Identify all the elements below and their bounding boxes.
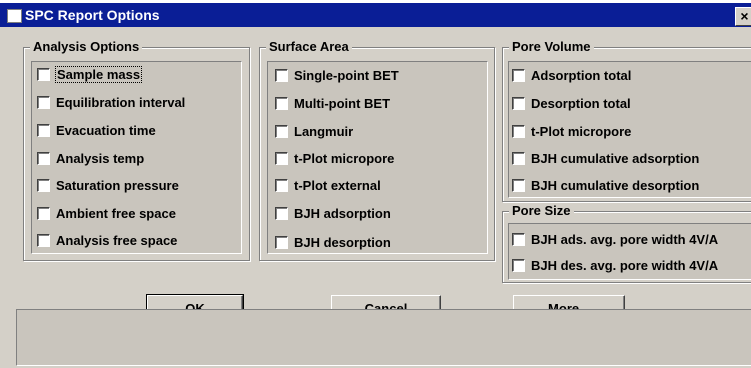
checkbox-label: BJH desorption <box>294 235 391 250</box>
pore-volume-title: Pore Volume <box>509 39 594 55</box>
checkbox-bjh-desorption[interactable]: BJH desorption <box>275 235 391 250</box>
checkbox-t-plot-external[interactable]: t-Plot external <box>275 178 381 193</box>
checkbox-desorption-total[interactable]: Desorption total <box>512 96 631 111</box>
checkbox-ambient-free-space[interactable]: Ambient free space <box>37 206 176 221</box>
checkbox-box[interactable] <box>37 124 50 137</box>
checkbox-box[interactable] <box>275 179 288 192</box>
checkbox-label: Langmuir <box>294 124 354 139</box>
checkbox-box[interactable] <box>275 125 288 138</box>
checkbox-box[interactable] <box>37 179 50 192</box>
checkbox-box[interactable] <box>275 97 288 110</box>
checkbox-label: BJH cumulative adsorption <box>531 151 700 166</box>
checkbox-box[interactable] <box>37 207 50 220</box>
surface-area-title: Surface Area <box>266 39 352 55</box>
checkbox-analysis-temp[interactable]: Analysis temp <box>37 151 144 166</box>
checkbox-box[interactable] <box>37 96 50 109</box>
checkbox-equilibration-interval[interactable]: Equilibration interval <box>37 95 185 110</box>
checkbox-box[interactable] <box>512 97 525 110</box>
checkbox-label: Adsorption total <box>531 68 632 83</box>
checkbox-multi-point-bet[interactable]: Multi-point BET <box>275 96 390 111</box>
title-bar: SPC Report Options × <box>0 0 751 29</box>
checkbox-bjh-cumulative-desorption[interactable]: BJH cumulative desorption <box>512 178 699 193</box>
checkbox-label: t-Plot micropore <box>531 124 632 139</box>
checkbox-box[interactable] <box>37 234 50 247</box>
checkbox-box[interactable] <box>512 233 525 246</box>
window-title: SPC Report Options <box>25 7 160 23</box>
checkbox-t-plot-micropore-sa[interactable]: t-Plot micropore <box>275 151 394 166</box>
checkbox-box[interactable] <box>512 179 525 192</box>
checkbox-label: Saturation pressure <box>56 178 179 193</box>
close-button[interactable]: × <box>735 7 751 26</box>
status-panel <box>16 309 751 366</box>
checkbox-box[interactable] <box>275 152 288 165</box>
checkbox-bjh-des-avg-pore-width[interactable]: BJH des. avg. pore width 4V/A <box>512 258 718 273</box>
pore-size-title: Pore Size <box>509 203 574 219</box>
checkbox-label: Equilibration interval <box>56 95 186 110</box>
checkbox-label: Evacuation time <box>56 123 156 138</box>
checkbox-sample-mass[interactable]: Sample mass <box>37 66 143 83</box>
checkbox-bjh-cumulative-adsorption[interactable]: BJH cumulative adsorption <box>512 151 699 166</box>
checkbox-box[interactable] <box>275 207 288 220</box>
checkbox-label: Analysis free space <box>56 233 178 248</box>
checkbox-label: t-Plot external <box>294 178 381 193</box>
checkbox-langmuir[interactable]: Langmuir <box>275 124 353 139</box>
checkbox-box[interactable] <box>512 125 525 138</box>
checkbox-box[interactable] <box>275 69 288 82</box>
checkbox-label: Analysis temp <box>56 151 145 166</box>
checkbox-label: Ambient free space <box>56 206 176 221</box>
checkbox-adsorption-total[interactable]: Adsorption total <box>512 68 631 83</box>
checkbox-label: Single-point BET <box>294 68 399 83</box>
checkbox-label: BJH ads. avg. pore width 4V/A <box>531 232 719 247</box>
checkbox-bjh-adsorption[interactable]: BJH adsorption <box>275 206 391 221</box>
checkbox-label: Desorption total <box>531 96 631 111</box>
analysis-options-title: Analysis Options <box>30 39 143 55</box>
checkbox-label: Multi-point BET <box>294 96 391 111</box>
checkbox-box[interactable] <box>512 259 525 272</box>
checkbox-box[interactable] <box>37 152 50 165</box>
checkbox-label: BJH adsorption <box>294 206 391 221</box>
checkbox-single-point-bet[interactable]: Single-point BET <box>275 68 399 83</box>
checkbox-bjh-ads-avg-pore-width[interactable]: BJH ads. avg. pore width 4V/A <box>512 232 718 247</box>
checkbox-saturation-pressure[interactable]: Saturation pressure <box>37 178 179 193</box>
checkbox-evacuation-time[interactable]: Evacuation time <box>37 123 156 138</box>
checkbox-box[interactable] <box>275 236 288 249</box>
checkbox-label: t-Plot micropore <box>294 151 395 166</box>
checkbox-analysis-free-space[interactable]: Analysis free space <box>37 233 177 248</box>
checkbox-box[interactable] <box>512 69 525 82</box>
checkbox-box[interactable] <box>37 68 50 81</box>
window-icon <box>7 9 22 23</box>
checkbox-label: Sample mass <box>54 66 143 83</box>
checkbox-label: BJH cumulative desorption <box>531 178 700 193</box>
checkbox-box[interactable] <box>512 152 525 165</box>
checkbox-t-plot-micropore-pv[interactable]: t-Plot micropore <box>512 124 631 139</box>
checkbox-label: BJH des. avg. pore width 4V/A <box>531 258 719 273</box>
